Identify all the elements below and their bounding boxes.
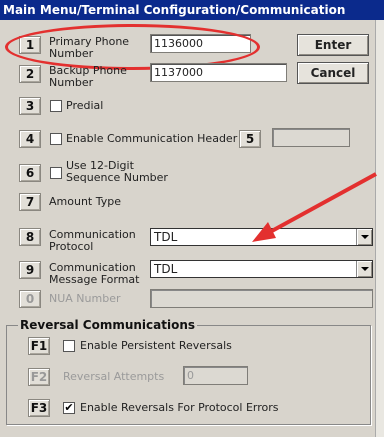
red-annotation-arrow-icon [252, 172, 377, 242]
